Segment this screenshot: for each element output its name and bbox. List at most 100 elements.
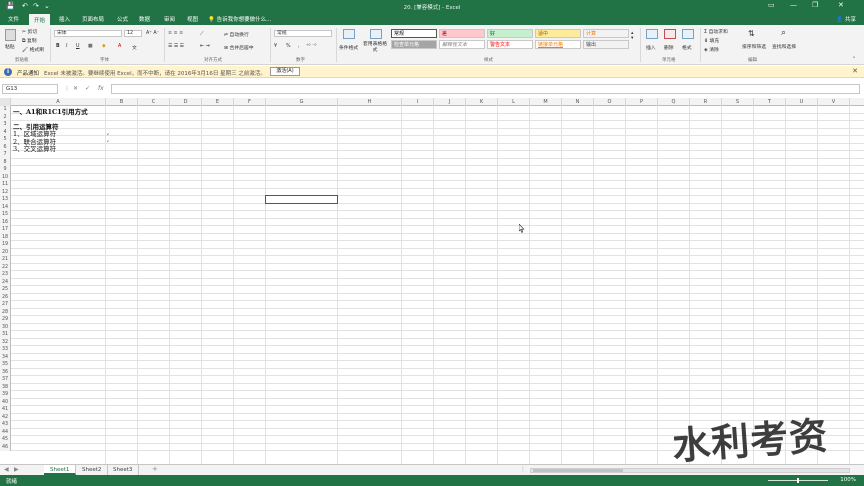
- column-header-r[interactable]: R: [690, 98, 722, 106]
- row-header-21[interactable]: 21: [0, 256, 11, 264]
- column-header-c[interactable]: C: [138, 98, 170, 106]
- column-header-e[interactable]: E: [202, 98, 234, 106]
- insert-cells-icon[interactable]: [646, 29, 658, 39]
- find-select-button[interactable]: 查找和选择: [772, 43, 796, 50]
- cell-a6[interactable]: 3、交叉运算符: [13, 143, 56, 153]
- column-header-t[interactable]: T: [754, 98, 786, 106]
- activate-button[interactable]: 激活(A): [270, 67, 300, 76]
- tab-file[interactable]: 文件: [8, 15, 19, 23]
- row-header-40[interactable]: 40: [0, 398, 11, 406]
- row-header-26[interactable]: 26: [0, 293, 11, 301]
- row-header-20[interactable]: 20: [0, 248, 11, 256]
- column-header-g[interactable]: G: [266, 98, 338, 106]
- row-header-8[interactable]: 8: [0, 158, 11, 166]
- row-header-11[interactable]: 11: [0, 181, 11, 189]
- sheet-tab-1[interactable]: Sheet1: [44, 465, 77, 475]
- column-header-b[interactable]: B: [106, 98, 138, 106]
- close-button[interactable]: ✕: [838, 1, 844, 9]
- row-header-23[interactable]: 23: [0, 271, 11, 279]
- row-header-37[interactable]: 37: [0, 376, 11, 384]
- orientation-icon[interactable]: ⟋: [200, 31, 203, 37]
- clear-button[interactable]: ◈ 清除: [704, 46, 719, 53]
- style-explanatory[interactable]: 解释性文本: [439, 40, 485, 49]
- share-button[interactable]: 👤 共享: [836, 15, 856, 23]
- format-as-table-icon[interactable]: [370, 29, 382, 39]
- cell-b5[interactable]: ,: [107, 135, 109, 143]
- phonetic-icon[interactable]: 文: [132, 44, 137, 51]
- wrap-text-button[interactable]: ⇌ 自动换行: [224, 31, 249, 38]
- row-header-34[interactable]: 34: [0, 353, 11, 361]
- format-as-table-button[interactable]: 套用表格格式: [362, 42, 388, 54]
- cell-a1[interactable]: 一、A1和R1C1引用方式: [13, 106, 88, 116]
- column-header-p[interactable]: P: [626, 98, 658, 106]
- row-header-1[interactable]: 1: [0, 106, 11, 114]
- collapse-ribbon-icon[interactable]: ⌃: [852, 57, 856, 62]
- row-header-9[interactable]: 9: [0, 166, 11, 174]
- cut-button[interactable]: ✂ 剪切: [22, 28, 37, 35]
- style-warning[interactable]: 警告文本: [487, 40, 533, 49]
- style-normal[interactable]: 常规: [391, 29, 437, 38]
- row-header-39[interactable]: 39: [0, 391, 11, 399]
- find-select-icon[interactable]: ⌕: [781, 28, 786, 38]
- column-header-h[interactable]: H: [338, 98, 402, 106]
- styles-more-icon[interactable]: ▴ ▾: [631, 31, 633, 41]
- format-cells-icon[interactable]: [682, 29, 694, 39]
- font-name-combo[interactable]: 宋体: [54, 30, 122, 37]
- row-header-7[interactable]: 7: [0, 151, 11, 159]
- cancel-icon[interactable]: ✕: [73, 85, 78, 92]
- row-header-41[interactable]: 41: [0, 406, 11, 414]
- copy-button[interactable]: ⧉ 复制: [22, 37, 37, 44]
- delete-cells-icon[interactable]: [664, 29, 676, 39]
- column-header-o[interactable]: O: [594, 98, 626, 106]
- column-header-i[interactable]: I: [402, 98, 434, 106]
- row-header-22[interactable]: 22: [0, 263, 11, 271]
- row-header-31[interactable]: 31: [0, 331, 11, 339]
- row-header-13[interactable]: 13: [0, 196, 11, 204]
- column-header-l[interactable]: L: [498, 98, 530, 106]
- sheet-tab-3[interactable]: Sheet3: [107, 465, 140, 475]
- insert-function-icon[interactable]: fx: [98, 85, 104, 92]
- row-header-25[interactable]: 25: [0, 286, 11, 294]
- restore-button[interactable]: ❐: [812, 1, 818, 9]
- row-header-2[interactable]: 2: [0, 113, 11, 121]
- column-header-n[interactable]: N: [562, 98, 594, 106]
- row-header-3[interactable]: 3: [0, 121, 11, 129]
- style-linked-cell[interactable]: 链接单元格: [535, 40, 581, 49]
- row-header-36[interactable]: 36: [0, 368, 11, 376]
- decimal-icon[interactable]: ⁺⁰ ⁻⁰: [306, 44, 316, 49]
- tab-home[interactable]: 开始: [29, 14, 51, 25]
- row-header-29[interactable]: 29: [0, 316, 11, 324]
- row-header-27[interactable]: 27: [0, 301, 11, 309]
- comma-button[interactable]: ,: [298, 44, 300, 49]
- row-header-33[interactable]: 33: [0, 346, 11, 354]
- row-header-18[interactable]: 18: [0, 233, 11, 241]
- tab-insert[interactable]: 插入: [59, 15, 70, 23]
- column-header-j[interactable]: J: [434, 98, 466, 106]
- row-header-35[interactable]: 35: [0, 361, 11, 369]
- column-header-d[interactable]: D: [170, 98, 202, 106]
- style-bad[interactable]: 差: [439, 29, 485, 38]
- column-header-u[interactable]: U: [786, 98, 818, 106]
- row-header-30[interactable]: 30: [0, 323, 11, 331]
- zoom-slider-knob[interactable]: [797, 478, 799, 483]
- sheet-tab-2[interactable]: Sheet2: [76, 465, 109, 475]
- autosum-button[interactable]: Σ 自动求和: [704, 28, 728, 35]
- sort-filter-icon[interactable]: ⇅: [748, 29, 755, 38]
- row-header-32[interactable]: 32: [0, 338, 11, 346]
- enter-icon[interactable]: ✓: [85, 85, 90, 92]
- fill-button[interactable]: ⬇ 填充: [704, 37, 719, 44]
- scroll-thumb[interactable]: [533, 469, 623, 472]
- row-header-17[interactable]: 17: [0, 226, 11, 234]
- column-header-f[interactable]: F: [234, 98, 266, 106]
- column-header-s[interactable]: S: [722, 98, 754, 106]
- close-notice-icon[interactable]: ✕: [852, 67, 858, 75]
- bold-button[interactable]: B: [56, 44, 60, 49]
- align-left-icon[interactable]: ☰ ☰ ☰: [168, 44, 184, 49]
- row-header-42[interactable]: 42: [0, 413, 11, 421]
- fill-color-icon[interactable]: ◆: [102, 44, 106, 49]
- row-header-5[interactable]: 5: [0, 136, 11, 144]
- style-check-cell[interactable]: 检查单元格: [391, 40, 437, 49]
- worksheet-grid[interactable]: ABCDEFGHIJKLMNOPQRSTUV 1 2 3 4 5 6 7 8 9 10 11 12 13…: [0, 98, 864, 464]
- style-neutral[interactable]: 适中: [535, 29, 581, 38]
- tab-view[interactable]: 视图: [187, 15, 198, 23]
